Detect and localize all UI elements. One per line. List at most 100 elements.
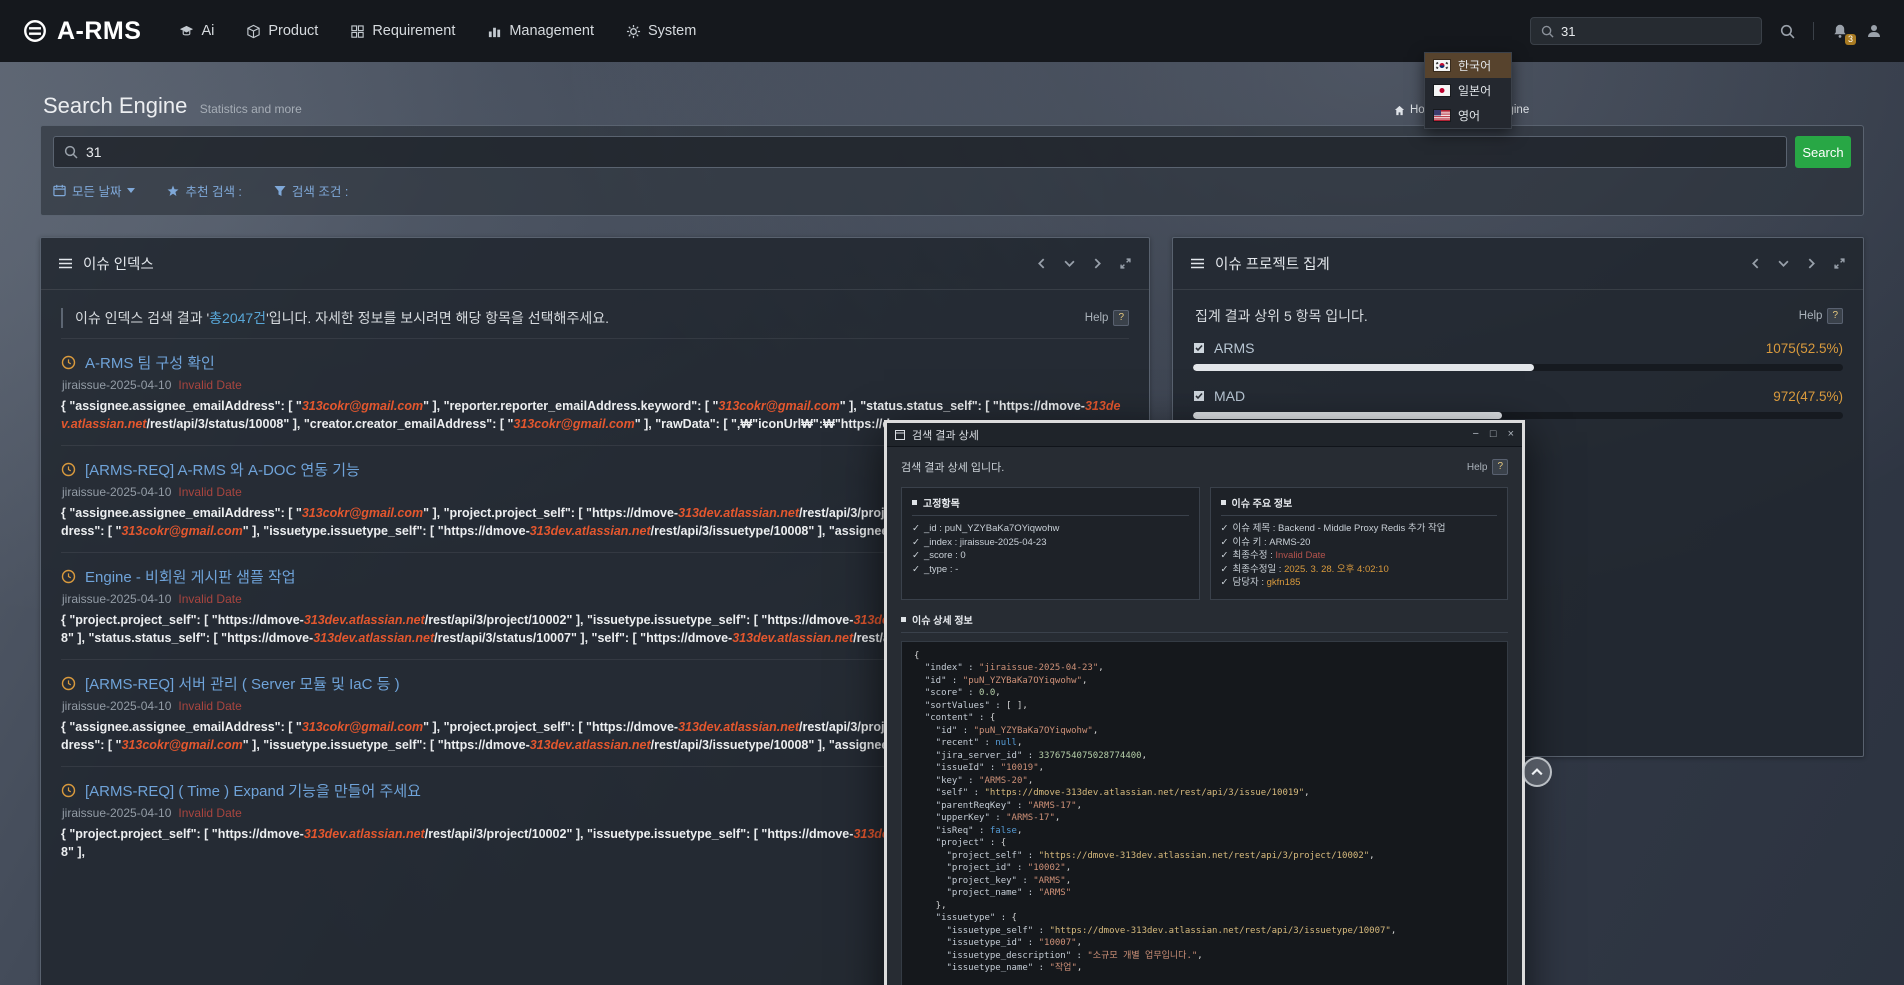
search-condition-filter[interactable]: 검색 조건 : [274,181,348,200]
nav-item-label: Product [268,23,318,39]
help-label: Help [1799,310,1823,322]
language-item-japanese[interactable]: 일본어 [1425,78,1511,103]
search-field[interactable] [53,136,1787,168]
check-icon: ✓ [1221,537,1229,548]
search-filters: 모든 날짜 추천 검색 : 검색 조건 : [53,181,1851,200]
nav-item-requirement[interactable]: Requirement [350,23,455,39]
chevron-left-icon[interactable] [1036,258,1047,269]
issue-index-controls [1036,258,1131,269]
nav-item-system[interactable]: System [626,23,696,39]
page-title: Search Engine Statistics and more [43,93,302,119]
help-question-icon: ? [1113,310,1129,326]
issue-date: jiraissue-2025-04-10 [62,592,171,606]
user-icon[interactable] [1866,23,1882,39]
arms-logo-icon [22,18,48,44]
scroll-to-top-button[interactable] [1522,757,1552,787]
chevron-left-icon[interactable] [1750,258,1761,269]
maximize-icon[interactable]: □ [1490,429,1497,440]
expand-icon[interactable] [1120,258,1131,269]
language-label: 한국어 [1458,57,1491,74]
progress-bar [1193,364,1843,371]
help-button[interactable]: Help ? [1799,308,1843,324]
cube-icon [246,24,261,39]
home-icon [1394,105,1405,116]
check-icon: ✓ [912,523,920,534]
fixed-fields-header: 고정항목 [912,495,1189,516]
expand-icon[interactable] [1834,258,1845,269]
chevron-down-icon[interactable] [1064,258,1075,269]
issue-index-title: 이슈 인덱스 [59,253,154,274]
box-title: 고정항목 [923,495,960,510]
clock-icon [61,462,76,477]
us-flag-icon [1434,110,1450,121]
square-bullet-icon [1221,500,1226,505]
project-link[interactable]: MAD [1193,388,1245,404]
brand-name: A-RMS [57,17,141,46]
box-title: 이슈 주요 정보 [1232,495,1293,510]
divider [1813,22,1814,40]
language-item-korean[interactable]: 한국어 [1425,53,1511,78]
chevron-right-icon[interactable] [1092,258,1103,269]
nav-item-label: Management [509,23,594,39]
language-item-english[interactable]: 영어 [1425,103,1511,128]
result-count[interactable]: 총2047건 [209,310,266,326]
field-row: ✓_id : puN_YZYBaKa7OYiqwohw [912,522,1189,536]
panel-title-text: 이슈 프로젝트 집계 [1215,253,1330,274]
search-icon [1541,25,1554,38]
hamburger-icon [1191,258,1204,269]
nav-item-management[interactable]: Management [487,23,594,39]
search-icon[interactable] [1780,24,1795,39]
chevron-down-icon[interactable] [1778,258,1789,269]
field-row: ✓이슈 키 : ARMS-20 [1221,536,1498,550]
invalid-date-label: Invalid Date [178,806,241,820]
nav-item-ai[interactable]: Ai [179,23,214,39]
modal-titlebar[interactable]: 검색 결과 상세 − □ × [887,423,1522,447]
check-icon: ✓ [1221,564,1229,575]
clock-icon [61,569,76,584]
help-question-icon: ? [1827,308,1843,324]
summary-suffix: '입니다. 자세한 정보를 보시려면 해당 항목을 선택해주세요. [266,310,609,326]
app-root: A-RMS Ai Product Requirement Management … [0,0,1904,985]
check-icon: ✓ [912,537,920,548]
language-label: 일본어 [1458,82,1491,99]
issue-index-header: 이슈 인덱스 [41,238,1149,290]
calendar-icon [53,184,66,197]
brand[interactable]: A-RMS [22,17,141,46]
project-link[interactable]: ARMS [1193,340,1254,356]
navbar-search[interactable] [1530,17,1762,45]
progress-fill [1193,412,1502,419]
close-icon[interactable]: × [1508,429,1514,440]
issue-info-header: 이슈 주요 정보 [1221,495,1498,516]
nav-item-label: Ai [201,23,214,39]
suggested-search-label: 추천 검색 : [185,181,241,200]
search-icon [64,145,78,159]
square-bullet-icon [912,500,917,505]
search-button[interactable]: Search [1795,136,1851,168]
minimize-icon[interactable]: − [1472,429,1478,440]
notifications-button[interactable]: 3 [1832,23,1848,39]
issue-detail-json[interactable]: { "index" : "jiraissue-2025-04-23", "id"… [901,641,1508,985]
gear-icon [626,24,641,39]
nav-item-label: System [648,23,696,39]
issue-title-text: A-RMS 팀 구성 확인 [85,352,215,373]
check-icon: ✓ [1221,550,1229,561]
modal-title: 검색 결과 상세 [912,427,979,443]
field-label: _type : [924,564,955,575]
field-row: ✓최종수정일 : 2025. 3. 28. 오후 4:02:10 [1221,563,1498,577]
issue-title-link[interactable]: A-RMS 팀 구성 확인 [61,352,1129,373]
field-value: Backend - Middle Proxy Redis 추가 작업 [1278,523,1446,534]
chevron-right-icon[interactable] [1806,258,1817,269]
navbar-search-input[interactable] [1561,24,1751,39]
stats-summary-text: 집계 결과 상위 5 항목 입니다. [1193,306,1799,326]
field-row: ✓_index : jiraissue-2025-04-23 [912,536,1189,550]
help-button[interactable]: Help ? [1467,459,1508,475]
grid-icon [350,24,365,39]
suggested-search-filter[interactable]: 추천 검색 : [167,181,241,200]
field-label: 이슈 키 : [1232,537,1269,548]
checkbox-icon [1193,390,1205,402]
date-filter-dropdown[interactable]: 모든 날짜 [53,181,135,200]
issue-meta: jiraissue-2025-04-10Invalid Date [62,378,1129,392]
help-button[interactable]: Help ? [1085,310,1129,326]
nav-item-product[interactable]: Product [246,23,318,39]
search-input[interactable] [86,144,1776,160]
